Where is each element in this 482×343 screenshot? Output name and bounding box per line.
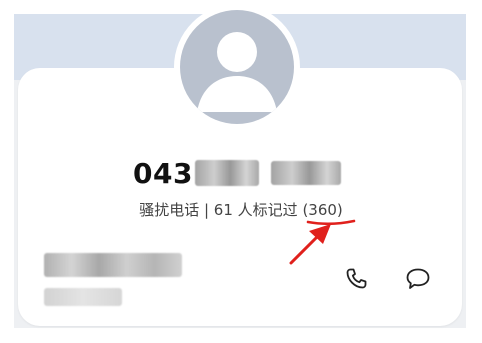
spam-tag-line: 骚扰电话 | 61 人标记过 (360) xyxy=(0,199,482,220)
person-icon xyxy=(180,10,294,124)
redacted-digits xyxy=(270,161,341,185)
redacted-carrier xyxy=(44,288,122,306)
message-button[interactable] xyxy=(403,264,433,294)
phone-icon xyxy=(346,268,367,289)
redacted-location xyxy=(44,253,182,277)
phone-number-prefix: 043 xyxy=(133,156,193,190)
avatar xyxy=(174,4,300,130)
call-button[interactable] xyxy=(342,264,372,294)
phone-number: 043 xyxy=(133,156,341,190)
spam-tag-text: 骚扰电话 | 61 人标记过 xyxy=(139,201,303,219)
message-bubble-icon xyxy=(406,268,430,289)
spam-tag-count: (360) xyxy=(302,201,343,219)
redacted-digits xyxy=(194,160,259,186)
